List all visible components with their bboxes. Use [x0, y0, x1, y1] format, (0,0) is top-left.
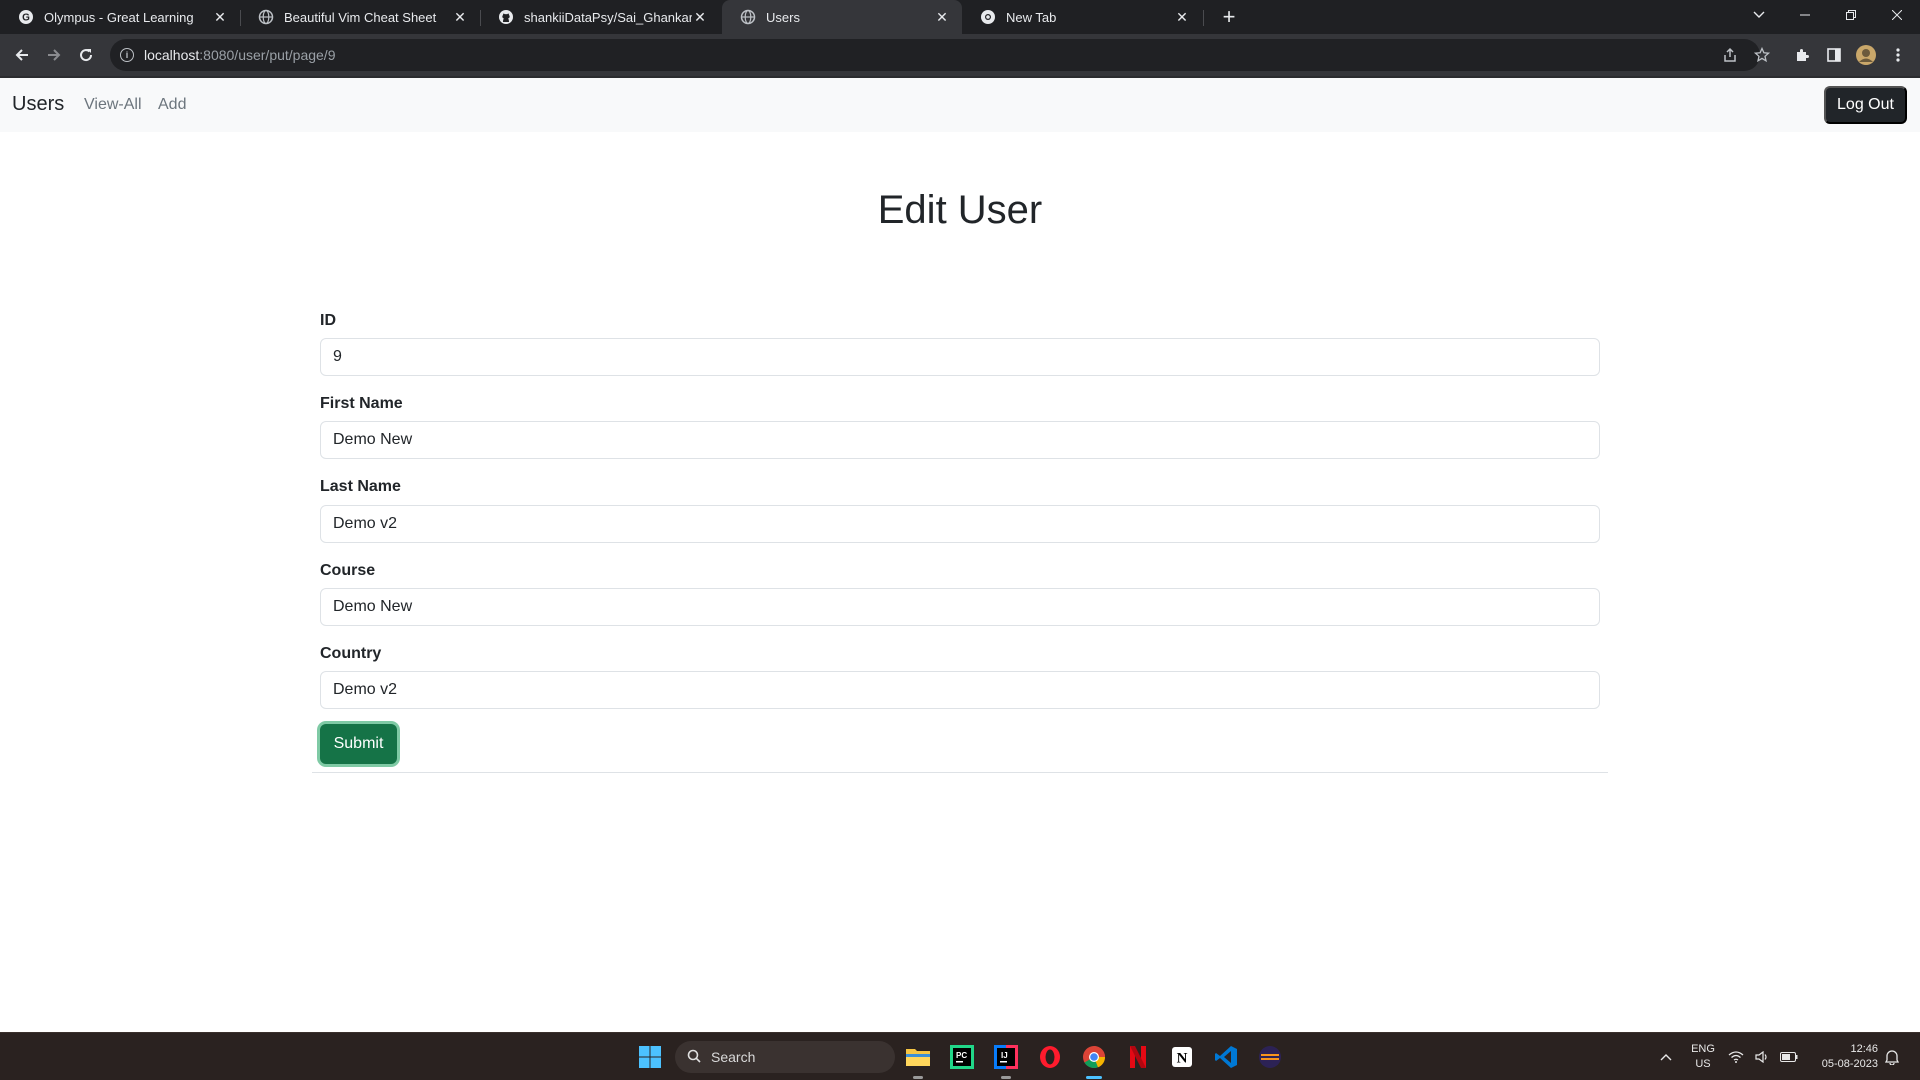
chrome-icon — [980, 9, 996, 25]
course-label: Course — [320, 562, 376, 579]
search-placeholder: Search — [711, 1049, 756, 1065]
last-name-label: Last Name — [320, 478, 401, 495]
close-tab-icon[interactable]: ✕ — [1174, 9, 1190, 25]
github-icon — [498, 9, 514, 25]
close-tab-icon[interactable]: ✕ — [452, 9, 468, 25]
country-label: Country — [320, 645, 382, 662]
svg-text:N: N — [1177, 1051, 1188, 1067]
tab-title: Users — [766, 9, 800, 25]
globe-icon — [740, 9, 756, 25]
eclipse-icon[interactable] — [1254, 1041, 1286, 1073]
address-bar[interactable]: i localhost:8080/user/put/page/9 — [110, 39, 1760, 71]
language-code: ENG — [1691, 1043, 1715, 1055]
windows-taskbar: Search PC IJ N ENG US 12:46 05-08-2023 — [0, 1032, 1920, 1080]
id-label: ID — [320, 312, 336, 329]
first-name-label: First Name — [320, 395, 403, 412]
file-explorer-icon[interactable] — [902, 1041, 934, 1073]
first-name-field[interactable] — [320, 421, 1600, 459]
browser-tab[interactable]: G Olympus - Great Learning ✕ — [0, 0, 240, 34]
logout-button[interactable]: Log Out — [1824, 86, 1907, 124]
notion-icon[interactable]: N — [1166, 1041, 1198, 1073]
country-field[interactable] — [320, 671, 1600, 709]
url-text: localhost:8080/user/put/page/9 — [144, 47, 336, 63]
last-name-field[interactable] — [320, 505, 1600, 543]
browser-menu-icon[interactable] — [1884, 41, 1912, 69]
keyboard-region: US — [1695, 1058, 1711, 1070]
browser-tab-active[interactable]: Users ✕ — [722, 0, 962, 34]
input-language-indicator[interactable]: ENG US — [1688, 1042, 1718, 1072]
side-panel-icon[interactable] — [1820, 41, 1848, 69]
tab-title: Beautiful Vim Cheat Sheet — [284, 9, 437, 25]
running-indicator-active — [1086, 1076, 1102, 1079]
app-navbar: Users View-All Add Log Out — [0, 78, 1920, 132]
pycharm-icon[interactable]: PC — [946, 1041, 978, 1073]
navbar-brand[interactable]: Users — [12, 93, 64, 116]
battery-icon[interactable] — [1778, 1041, 1800, 1073]
new-tab-button[interactable]: + — [1216, 4, 1242, 29]
svg-text:PC: PC — [956, 1051, 967, 1060]
system-clock[interactable]: 12:46 05-08-2023 — [1808, 1042, 1878, 1072]
profile-avatar[interactable] — [1852, 41, 1880, 69]
tab-title: shankiiDataPsy/Sai_Ghankar_G_B — [524, 9, 692, 25]
minimize-icon[interactable] — [1782, 0, 1828, 30]
extensions-icon[interactable] — [1788, 41, 1816, 69]
running-indicator — [1001, 1076, 1011, 1079]
page-title: Edit User — [877, 188, 1043, 232]
opera-icon[interactable] — [1034, 1041, 1066, 1073]
tab-title: Olympus - Great Learning — [44, 9, 194, 25]
close-tab-icon[interactable]: ✕ — [692, 9, 708, 25]
tab-search-icon[interactable] — [1736, 0, 1782, 30]
nav-link-add[interactable]: Add — [158, 96, 186, 114]
google-g-icon: G — [18, 9, 34, 25]
browser-tab[interactable]: New Tab ✕ — [962, 0, 1202, 34]
search-icon — [687, 1049, 701, 1066]
course-field[interactable] — [320, 588, 1600, 626]
tab-separator — [1203, 10, 1204, 26]
browser-toolbar: i localhost:8080/user/put/page/9 — [0, 34, 1920, 76]
back-icon[interactable] — [8, 41, 36, 69]
browser-tab[interactable]: Beautiful Vim Cheat Sheet ✕ — [240, 0, 480, 34]
globe-icon — [258, 9, 274, 25]
notifications-icon[interactable] — [1880, 1041, 1904, 1073]
running-indicator — [913, 1076, 923, 1079]
close-tab-icon[interactable]: ✕ — [212, 9, 228, 25]
svg-text:IJ: IJ — [1001, 1051, 1008, 1060]
share-icon[interactable] — [1716, 41, 1744, 69]
browser-tab[interactable]: shankiiDataPsy/Sai_Ghankar_G_B ✕ — [480, 0, 720, 34]
url-host: localhost — [144, 47, 200, 63]
bookmark-star-icon[interactable] — [1748, 41, 1776, 69]
clock-time: 12:46 — [1850, 1043, 1878, 1055]
netflix-icon[interactable] — [1122, 1041, 1154, 1073]
taskbar-search[interactable]: Search — [675, 1041, 895, 1073]
submit-button[interactable]: Submit — [320, 724, 397, 764]
site-info-icon[interactable]: i — [120, 48, 134, 62]
forward-icon[interactable] — [40, 41, 68, 69]
vscode-icon[interactable] — [1210, 1041, 1242, 1073]
clock-date: 05-08-2023 — [1821, 1058, 1878, 1070]
intellij-idea-icon[interactable]: IJ — [990, 1041, 1022, 1073]
windows-start-icon[interactable] — [634, 1041, 666, 1073]
form-divider — [312, 772, 1608, 773]
browser-tab-strip: G Olympus - Great Learning ✕ Beautiful V… — [0, 0, 1920, 34]
reload-icon[interactable] — [72, 41, 100, 69]
tab-title: New Tab — [1006, 9, 1057, 25]
chrome-taskbar-icon[interactable] — [1078, 1041, 1110, 1073]
close-window-icon[interactable] — [1874, 0, 1920, 30]
restore-icon[interactable] — [1828, 0, 1874, 30]
volume-icon[interactable] — [1752, 1041, 1772, 1073]
svg-text:G: G — [22, 13, 30, 24]
close-tab-icon[interactable]: ✕ — [934, 9, 950, 25]
url-path: :8080/user/put/page/9 — [199, 47, 336, 63]
id-field[interactable] — [320, 338, 1600, 376]
wifi-icon[interactable] — [1726, 1041, 1746, 1073]
show-hidden-icons-icon[interactable] — [1650, 1041, 1682, 1073]
nav-link-view-all[interactable]: View-All — [84, 96, 142, 114]
